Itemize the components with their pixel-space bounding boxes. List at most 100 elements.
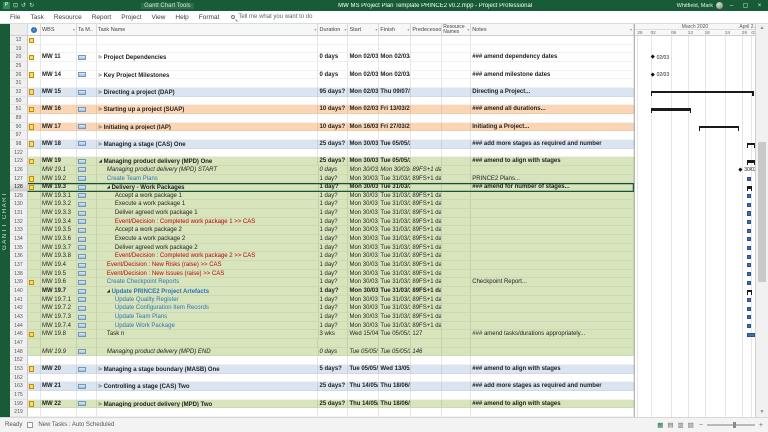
- duration-cell[interactable]: 1 day?: [319, 226, 349, 235]
- timescale-header[interactable]: March 2020April 2... 2602081318242903: [635, 24, 755, 36]
- notes-cell[interactable]: [471, 79, 634, 88]
- wbs-cell[interactable]: MW 19.7.2: [41, 304, 77, 313]
- start-cell[interactable]: Mon 30/03/20: [348, 192, 379, 201]
- duration-cell[interactable]: [318, 36, 348, 45]
- task-bar[interactable]: [747, 246, 752, 250]
- notes-cell[interactable]: [471, 408, 634, 417]
- row-number-cell[interactable]: 12: [10, 36, 28, 45]
- start-cell[interactable]: Wed 15/04/20: [348, 330, 379, 339]
- duration-cell[interactable]: 25 days?: [318, 400, 348, 409]
- notes-cell[interactable]: [471, 200, 634, 209]
- duration-cell[interactable]: 1 day?: [319, 218, 349, 227]
- indicator-cell[interactable]: [28, 36, 41, 45]
- finish-cell[interactable]: [379, 97, 411, 106]
- expand-triangle-icon[interactable]: ▷: [99, 123, 102, 131]
- task-mode-cell[interactable]: [77, 45, 97, 54]
- task-mode-cell[interactable]: [77, 123, 97, 132]
- view-task-usage-icon[interactable]: ▤: [666, 421, 674, 429]
- predecessors-cell[interactable]: [411, 123, 442, 132]
- duration-cell[interactable]: 5 days?: [318, 365, 348, 374]
- predecessors-cell[interactable]: [411, 62, 442, 71]
- predecessors-cell[interactable]: 89FS+1 day: [411, 287, 442, 296]
- wbs-cell[interactable]: MW 19: [41, 157, 77, 166]
- notes-cell[interactable]: ### amend for number of stages...: [471, 183, 634, 192]
- resource-names-cell[interactable]: [442, 209, 471, 218]
- finish-cell[interactable]: Tue 31/03/20: [379, 322, 411, 331]
- indicator-cell[interactable]: [28, 192, 41, 201]
- task-bar[interactable]: [747, 229, 752, 233]
- notes-cell[interactable]: [471, 114, 634, 123]
- indicator-cell[interactable]: [28, 131, 41, 140]
- duration-cell[interactable]: 1 day?: [319, 261, 349, 270]
- duration-cell[interactable]: [318, 408, 348, 417]
- row-number-cell[interactable]: 123: [10, 157, 28, 166]
- task-name-cell[interactable]: [97, 339, 319, 348]
- wbs-cell[interactable]: MW 19.3.8: [41, 252, 77, 261]
- row-number-cell[interactable]: 147: [10, 339, 28, 348]
- resource-names-cell[interactable]: [442, 97, 471, 106]
- indicator-cell[interactable]: [28, 400, 41, 409]
- start-cell[interactable]: [348, 36, 379, 45]
- row-number-cell[interactable]: 162: [10, 374, 28, 383]
- start-cell[interactable]: [348, 374, 379, 383]
- predecessors-cell[interactable]: [411, 131, 442, 140]
- notes-cell[interactable]: [471, 304, 634, 313]
- row-number-cell[interactable]: 163: [10, 382, 28, 391]
- task-mode-cell[interactable]: [77, 400, 97, 409]
- row-number-cell[interactable]: 19: [10, 45, 28, 54]
- task-name-cell[interactable]: Event/Decision : Completed work package …: [97, 252, 319, 261]
- note-indicator-icon[interactable]: [29, 280, 35, 286]
- finish-cell[interactable]: [379, 408, 411, 417]
- duration-cell[interactable]: 0 days: [319, 166, 349, 175]
- summary-bar[interactable]: [747, 186, 752, 188]
- notes-cell[interactable]: [471, 149, 634, 158]
- start-cell[interactable]: Mon 02/03/20: [348, 53, 379, 62]
- task-name-cell[interactable]: [97, 356, 319, 365]
- start-cell[interactable]: Mon 30/03/20: [348, 200, 379, 209]
- task-name-cell[interactable]: ▷Managing a stage boundary (MASB) One: [97, 365, 319, 374]
- wbs-cell[interactable]: [41, 62, 77, 71]
- start-cell[interactable]: Mon 02/03/20: [348, 105, 379, 114]
- task-name-cell[interactable]: Task n: [97, 330, 319, 339]
- indicator-cell[interactable]: [28, 261, 41, 270]
- task-mode-cell[interactable]: [77, 339, 97, 348]
- start-cell[interactable]: Mon 30/03/20: [348, 166, 379, 175]
- row-number-cell[interactable]: 137: [10, 261, 28, 270]
- duration-cell[interactable]: 1 day?: [319, 322, 349, 331]
- note-indicator-icon[interactable]: [29, 366, 35, 372]
- task-bar[interactable]: [747, 272, 752, 276]
- wbs-cell[interactable]: MW 19.6: [41, 278, 77, 287]
- duration-cell[interactable]: 1 day?: [319, 235, 349, 244]
- task-mode-cell[interactable]: [77, 287, 97, 296]
- indicator-cell[interactable]: [28, 114, 41, 123]
- predecessors-cell[interactable]: 89FS+1 day: [411, 200, 442, 209]
- task-name-cell[interactable]: ◢Managing product delivery (MPD) One: [97, 157, 319, 166]
- indicator-cell[interactable]: [28, 175, 41, 184]
- start-cell[interactable]: [348, 408, 379, 417]
- task-mode-cell[interactable]: [77, 88, 97, 97]
- expand-triangle-icon[interactable]: ▷: [99, 53, 102, 61]
- row-number-cell[interactable]: 142: [10, 304, 28, 313]
- duration-cell[interactable]: 1 day?: [319, 287, 349, 296]
- finish-cell[interactable]: Tue 31/03/20: [379, 261, 411, 270]
- expand-triangle-icon[interactable]: ▷: [99, 88, 102, 96]
- duration-cell[interactable]: 1 day?: [319, 313, 349, 322]
- wbs-cell[interactable]: MW 19.3.2: [41, 200, 77, 209]
- duration-cell[interactable]: [318, 114, 348, 123]
- scroll-down-icon[interactable]: ▼: [756, 408, 768, 417]
- wbs-cell[interactable]: MW 18: [41, 140, 77, 149]
- row-number-cell[interactable]: 129: [10, 192, 28, 201]
- resource-names-cell[interactable]: [442, 157, 471, 166]
- predecessors-cell[interactable]: 89FS+1 day: [411, 278, 442, 287]
- task-mode-cell[interactable]: [77, 252, 97, 261]
- resource-names-cell[interactable]: [442, 365, 471, 374]
- notes-cell[interactable]: Directing a Project...: [471, 88, 634, 97]
- task-bar[interactable]: [747, 298, 752, 302]
- notes-cell[interactable]: [471, 45, 634, 54]
- row-number-cell[interactable]: 153: [10, 365, 28, 374]
- predecessors-cell[interactable]: 89FS+1 day: [411, 218, 442, 227]
- notes-cell[interactable]: ### add more stages as required and numb…: [471, 382, 634, 391]
- indicator-cell[interactable]: [28, 218, 41, 227]
- predecessors-cell[interactable]: [411, 391, 442, 400]
- predecessors-cell[interactable]: [411, 374, 442, 383]
